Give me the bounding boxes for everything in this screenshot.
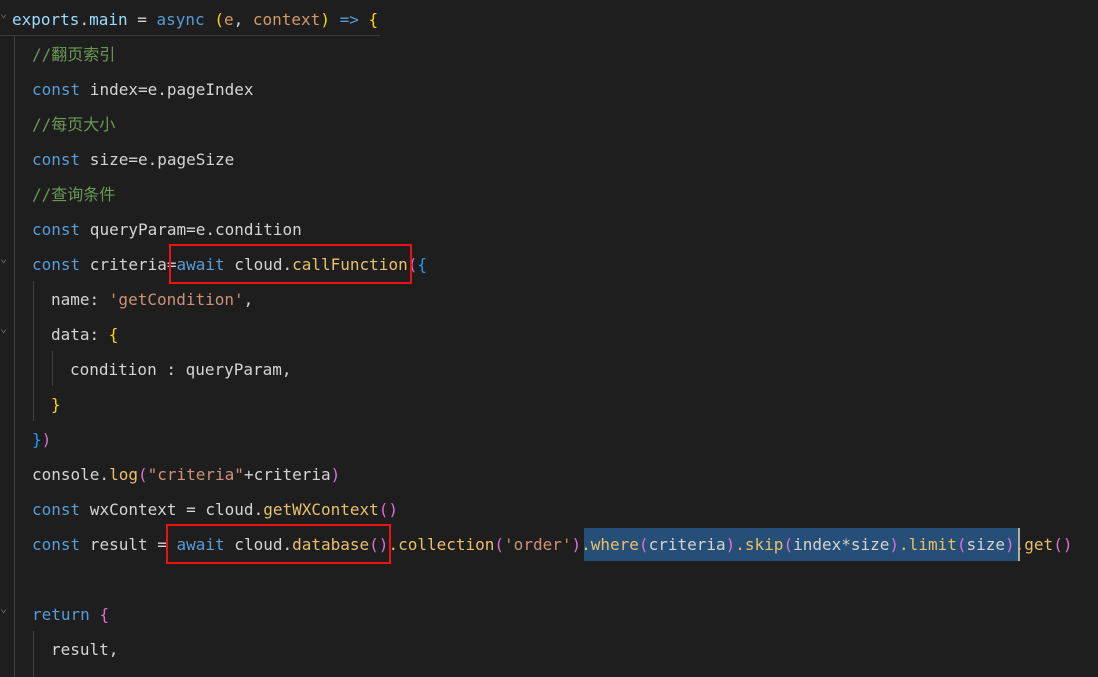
code-token: ) (725, 535, 736, 554)
code-token: .where (581, 535, 639, 554)
code-token: const (32, 150, 81, 169)
code-line[interactable]: console.log("criteria"+criteria) (32, 457, 340, 492)
code-token: , (233, 10, 253, 29)
code-line[interactable]: condition : queryParam, (70, 352, 292, 387)
code-token: result = (80, 535, 177, 554)
fold-marker-icon[interactable]: ⌄ (0, 251, 7, 265)
code-token: } (32, 430, 42, 449)
code-token: condition : queryParam, (70, 360, 292, 379)
code-token: log (109, 465, 138, 484)
code-token: ) (320, 10, 330, 29)
code-token: const (32, 500, 81, 519)
code-token: criteria= (80, 255, 177, 274)
code-token: queryParam=e.condition (80, 220, 302, 239)
fold-marker-icon[interactable]: ⌄ (0, 6, 7, 20)
code-token: size (966, 535, 1006, 554)
code-line[interactable]: }) (32, 422, 51, 457)
code-token: => (329, 10, 369, 29)
indent-guide (14, 36, 15, 677)
code-token: } (51, 395, 61, 414)
code-token: ) (330, 465, 341, 484)
code-token: () (1053, 535, 1073, 554)
code-token: const (32, 80, 81, 99)
code-token: 'getCondition' (108, 290, 244, 309)
indent-guide (33, 631, 34, 677)
code-line[interactable]: const queryParam=e.condition (32, 212, 302, 247)
code-line[interactable]: result, (51, 632, 118, 667)
code-line[interactable]: const wxContext = cloud.getWXContext() (32, 492, 398, 527)
code-editor[interactable]: ⌄ ⌄ ⌄ ⌄ exports.main = async (e, context… (0, 0, 1098, 677)
code-token: main (89, 10, 128, 29)
code-line[interactable]: const index=e.pageIndex (32, 72, 254, 107)
code-token: ) (41, 430, 52, 449)
code-token: e (223, 10, 234, 29)
code-token: ( (214, 10, 224, 29)
code-token: wxContext = cloud. (80, 500, 264, 519)
code-token: console. (32, 465, 110, 484)
code-token: ) (1005, 535, 1015, 554)
fold-marker-icon[interactable]: ⌄ (0, 321, 7, 335)
code-token: { (99, 605, 110, 624)
code-token: { (108, 325, 119, 344)
code-token: data: (51, 325, 109, 344)
code-token: ) (889, 535, 900, 554)
code-token: = (127, 10, 157, 29)
code-token: async (156, 10, 205, 29)
code-token: .collection (388, 535, 495, 554)
code-token: .limit (899, 535, 957, 554)
code-token: { (368, 10, 379, 29)
fold-marker-icon[interactable]: ⌄ (0, 601, 7, 615)
code-token: +criteria (243, 465, 331, 484)
code-token: context (252, 10, 321, 29)
code-token: return (32, 605, 90, 624)
code-token: .skip (735, 535, 784, 554)
code-line[interactable]: return { (32, 597, 109, 632)
code-token: ( (783, 535, 794, 554)
code-token: ( (137, 465, 148, 484)
code-token: exports (12, 10, 80, 29)
code-token: 'order' (504, 535, 572, 554)
code-token: name: (51, 290, 109, 309)
code-token: . (79, 10, 90, 29)
code-line[interactable]: exports.main = async (e, context) => { (12, 2, 378, 37)
code-token: , (243, 290, 254, 309)
code-token: getWXContext (263, 500, 379, 519)
code-token: () (378, 500, 399, 519)
code-line[interactable]: } (51, 387, 61, 422)
code-line[interactable]: data: { (51, 317, 118, 352)
code-token: size=e.pageSize (80, 150, 235, 169)
annotation-box-callfunction (169, 244, 412, 284)
indent-guide (33, 281, 34, 421)
code-token: const (32, 220, 81, 239)
code-token: index=e.pageIndex (80, 80, 254, 99)
code-token: "criteria" (147, 465, 244, 484)
code-token: index*size (793, 535, 890, 554)
code-token: result, (51, 640, 119, 659)
code-line[interactable]: //查询条件 (32, 177, 115, 212)
code-token: const (32, 535, 81, 554)
code-token: { (417, 255, 427, 274)
code-token: criteria (648, 535, 726, 554)
code-token: //查询条件 (32, 185, 116, 204)
code-line[interactable]: //翻页索引 (32, 37, 115, 72)
code-token: //翻页索引 (32, 45, 116, 64)
code-token: ) (571, 535, 582, 554)
code-line[interactable]: name: 'getCondition', (51, 282, 253, 317)
code-token: ( (638, 535, 649, 554)
code-line[interactable]: //每页大小 (32, 107, 115, 142)
code-line[interactable]: const size=e.pageSize (32, 142, 234, 177)
code-token: ( (494, 535, 505, 554)
code-token: const (32, 255, 81, 274)
code-token: //每页大小 (32, 115, 116, 134)
annotation-box-database (166, 524, 391, 564)
code-token: .get (1014, 535, 1054, 554)
indent-guide (52, 351, 53, 386)
